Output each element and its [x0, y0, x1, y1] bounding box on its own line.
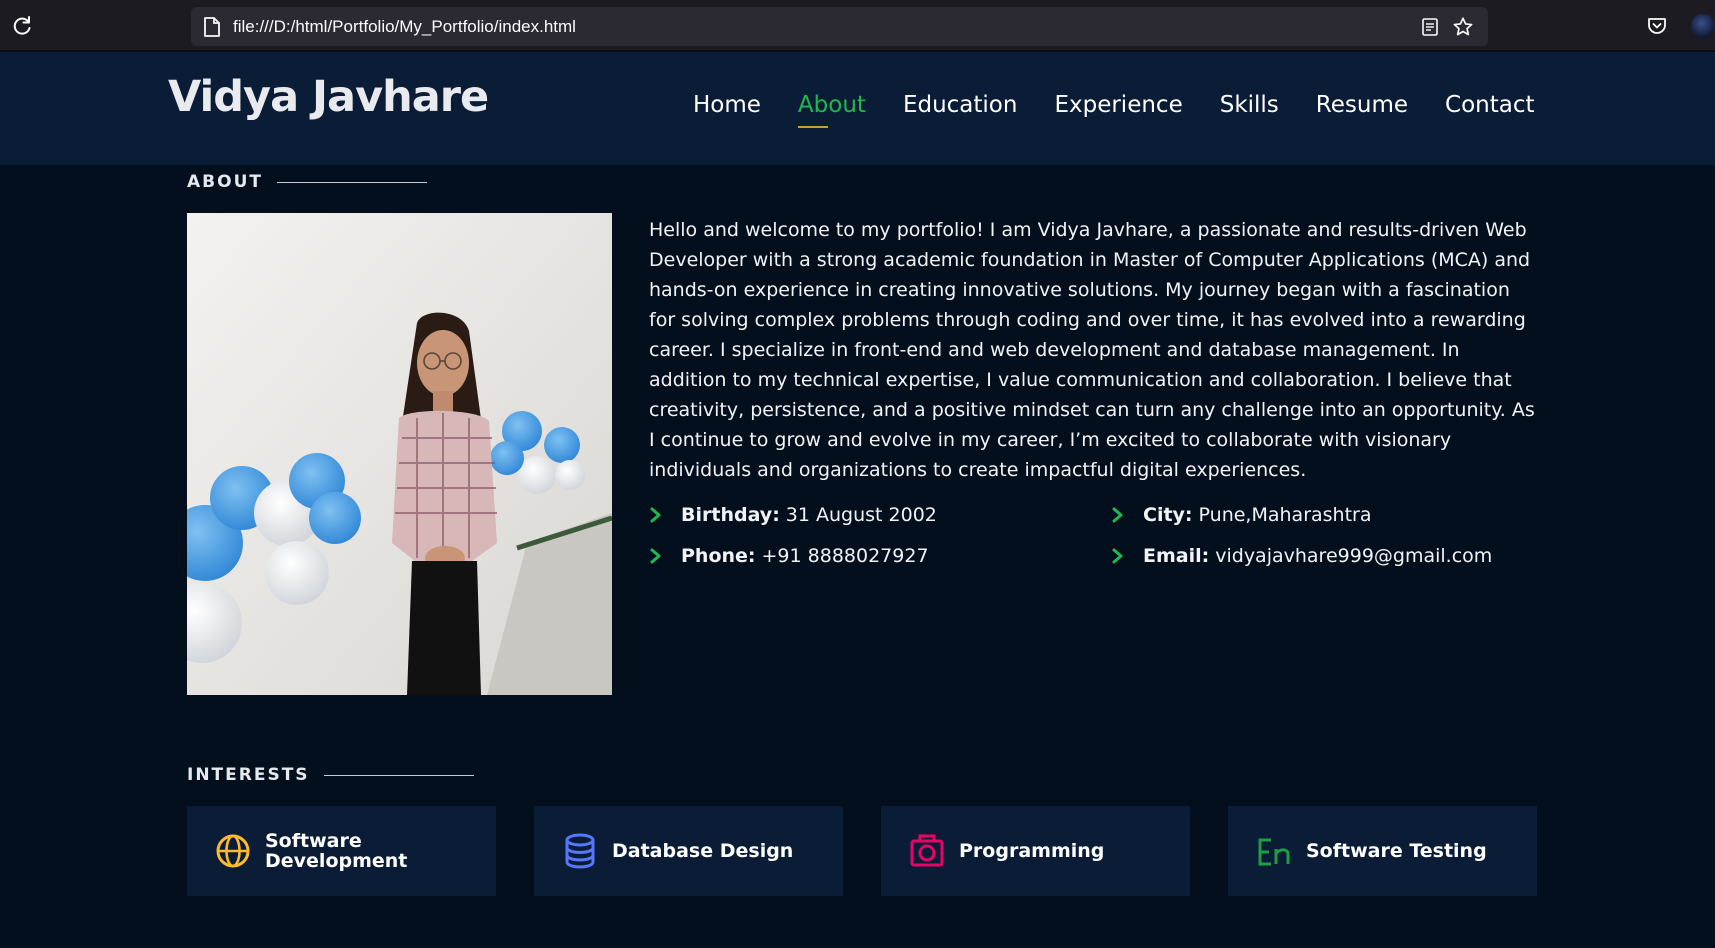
main-nav: Home About Education Experience Skills R…	[693, 92, 1572, 128]
chevron-right-icon	[650, 548, 661, 564]
fact-label: Email:	[1143, 545, 1210, 567]
fact-phone: Phone: +91 8888027927	[649, 545, 929, 567]
pocket-icon[interactable]	[1647, 16, 1667, 36]
chevron-right-icon	[1112, 507, 1123, 523]
nav-home[interactable]: Home	[693, 92, 761, 118]
camera-icon	[910, 834, 944, 867]
fact-value: +91 8888027927	[761, 545, 929, 567]
page-icon	[204, 17, 220, 37]
globe-icon	[216, 834, 250, 868]
interests-section-title: INTERESTS	[187, 765, 474, 785]
nav-education[interactable]: Education	[903, 92, 1018, 118]
about-section-title: ABOUT	[187, 172, 427, 192]
profile-photo	[187, 213, 612, 695]
title-divider	[323, 774, 474, 776]
interests-grid: Software Development Database Design Pro…	[187, 806, 1538, 896]
fact-value[interactable]: vidyajavhare999@gmail.com	[1215, 545, 1492, 567]
fact-email: Email: vidyajavhare999@gmail.com	[1111, 545, 1492, 567]
browser-toolbar: file:///D:/html/Portfolio/My_Portfolio/i…	[0, 0, 1715, 51]
reload-icon[interactable]	[10, 14, 34, 38]
interest-card[interactable]: Software Testing	[1228, 806, 1537, 896]
title-divider	[276, 181, 427, 183]
nav-resume[interactable]: Resume	[1316, 92, 1408, 118]
profile-avatar[interactable]	[1691, 14, 1715, 38]
interest-card[interactable]: Software Development	[187, 806, 496, 896]
url-text[interactable]: file:///D:/html/Portfolio/My_Portfolio/i…	[233, 17, 576, 37]
about-heading: ABOUT	[187, 172, 263, 192]
nav-about[interactable]: About	[797, 92, 866, 128]
fact-birthday: Birthday: 31 August 2002	[649, 504, 937, 526]
database-icon	[565, 833, 595, 869]
site-brand[interactable]: Vidya Javhare	[168, 72, 489, 122]
chevron-right-icon	[1112, 548, 1123, 564]
about-bio: Hello and welcome to my portfolio! I am …	[649, 219, 1535, 481]
bookmark-star-icon[interactable]	[1452, 16, 1474, 38]
interests-heading: INTERESTS	[187, 765, 310, 785]
interest-label: Database Design	[612, 840, 794, 862]
interest-label: Software Testing	[1306, 840, 1487, 862]
chevron-right-icon	[650, 507, 661, 523]
fact-value: 31 August 2002	[785, 504, 937, 526]
address-bar[interactable]: file:///D:/html/Portfolio/My_Portfolio/i…	[191, 7, 1488, 46]
translate-icon	[1258, 838, 1290, 866]
nav-contact[interactable]: Contact	[1445, 92, 1534, 118]
fact-label: Phone:	[681, 545, 756, 567]
fact-label: City:	[1143, 504, 1193, 526]
nav-skills[interactable]: Skills	[1220, 92, 1279, 118]
fact-label: Birthday:	[681, 504, 780, 526]
nav-experience[interactable]: Experience	[1054, 92, 1182, 118]
fact-value: Pune,Maharashtra	[1198, 504, 1372, 526]
interest-label: Software Development	[265, 830, 408, 872]
reader-view-icon[interactable]	[1420, 17, 1440, 37]
interest-card[interactable]: Programming	[881, 806, 1190, 896]
interest-card[interactable]: Database Design	[534, 806, 843, 896]
interest-label: Programming	[959, 840, 1105, 862]
site-header: Vidya Javhare Home About Education Exper…	[0, 52, 1715, 165]
fact-city: City: Pune,Maharashtra	[1111, 504, 1372, 526]
